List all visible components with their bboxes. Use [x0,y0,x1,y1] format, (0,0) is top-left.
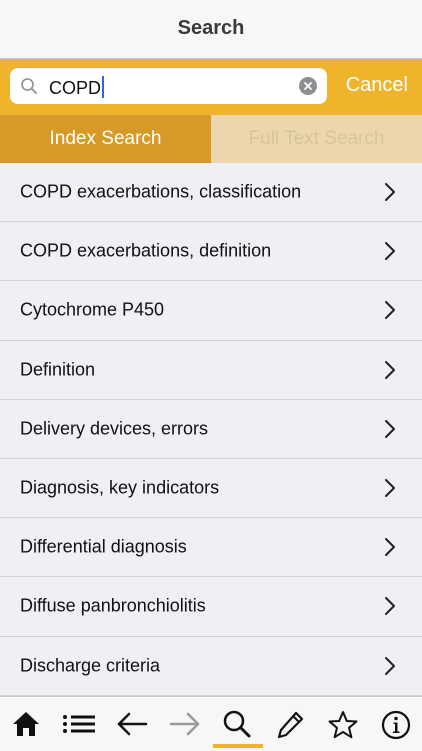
list-item[interactable]: Delivery devices, errors [0,400,422,459]
info-tab[interactable] [369,697,422,751]
chevron-right-icon [385,242,395,261]
search-tab[interactable] [211,697,264,751]
chevron-right-icon [385,656,395,675]
search-query: COPD [49,76,105,98]
list-item[interactable]: Definition [0,341,422,400]
list-item[interactable]: Discharge criteria [0,637,422,696]
list-item[interactable]: Diagnosis, key indicators [0,459,422,519]
list-icon [63,715,96,733]
list-item-label: Differential diagnosis [20,536,187,557]
search-input[interactable]: COPD [10,68,327,104]
navigation-bar: Search [0,0,422,59]
forward-tab[interactable] [158,697,211,751]
forward-arrow-icon [169,712,199,736]
list-item-label: Discharge criteria [20,655,161,676]
list-item-label: Diagnosis, key indicators [20,477,220,498]
list-item[interactable]: Cytochrome P450 [0,281,422,341]
cancel-button[interactable]: Cancel [346,74,408,97]
list-item-label: Cytochrome P450 [20,299,165,320]
active-tab-indicator [213,744,263,748]
home-tab[interactable] [0,697,53,751]
list-item-label: Definition [20,359,96,380]
home-icon [13,712,40,736]
tab-bar [0,696,422,751]
chevron-right-icon [385,538,395,557]
back-tab[interactable] [106,697,159,751]
chevron-right-icon [385,301,395,320]
page-title: Search [177,17,245,39]
contents-tab[interactable] [53,697,106,751]
list-item[interactable]: Differential diagnosis [0,518,422,578]
info-icon [381,710,410,740]
chevron-right-icon [385,183,395,202]
chevron-right-icon [385,419,395,438]
search-mode-segments: Index Search Full Text Search [0,115,422,163]
results-list: COPD exacerbations, classification COPD … [0,163,422,696]
chevron-right-icon [385,479,395,498]
list-item[interactable]: Diffuse panbronchiolitis [0,577,422,637]
list-item-label: COPD exacerbations, classification [20,181,302,202]
back-arrow-icon [117,712,148,736]
pencil-icon [278,711,304,739]
favorites-tab[interactable] [317,697,370,751]
list-item-label: Delivery devices, errors [20,418,209,439]
chevron-right-icon [385,597,395,616]
magnifier-icon [21,78,37,94]
notes-tab[interactable] [264,697,317,751]
list-item-label: Diffuse panbronchiolitis [20,595,206,616]
search-icon [224,710,251,738]
index-search-tab[interactable]: Index Search [0,115,211,163]
clear-search-icon[interactable] [299,77,317,95]
list-item[interactable]: COPD exacerbations, classification [0,163,422,223]
list-item[interactable]: COPD exacerbations, definition [0,222,422,282]
search-bar: COPD Cancel [0,59,422,115]
list-item-label: COPD exacerbations, definition [20,240,272,261]
star-icon [328,711,358,739]
text-caret [102,76,105,98]
chevron-right-icon [385,360,395,379]
full-text-search-tab[interactable]: Full Text Search [211,115,422,163]
